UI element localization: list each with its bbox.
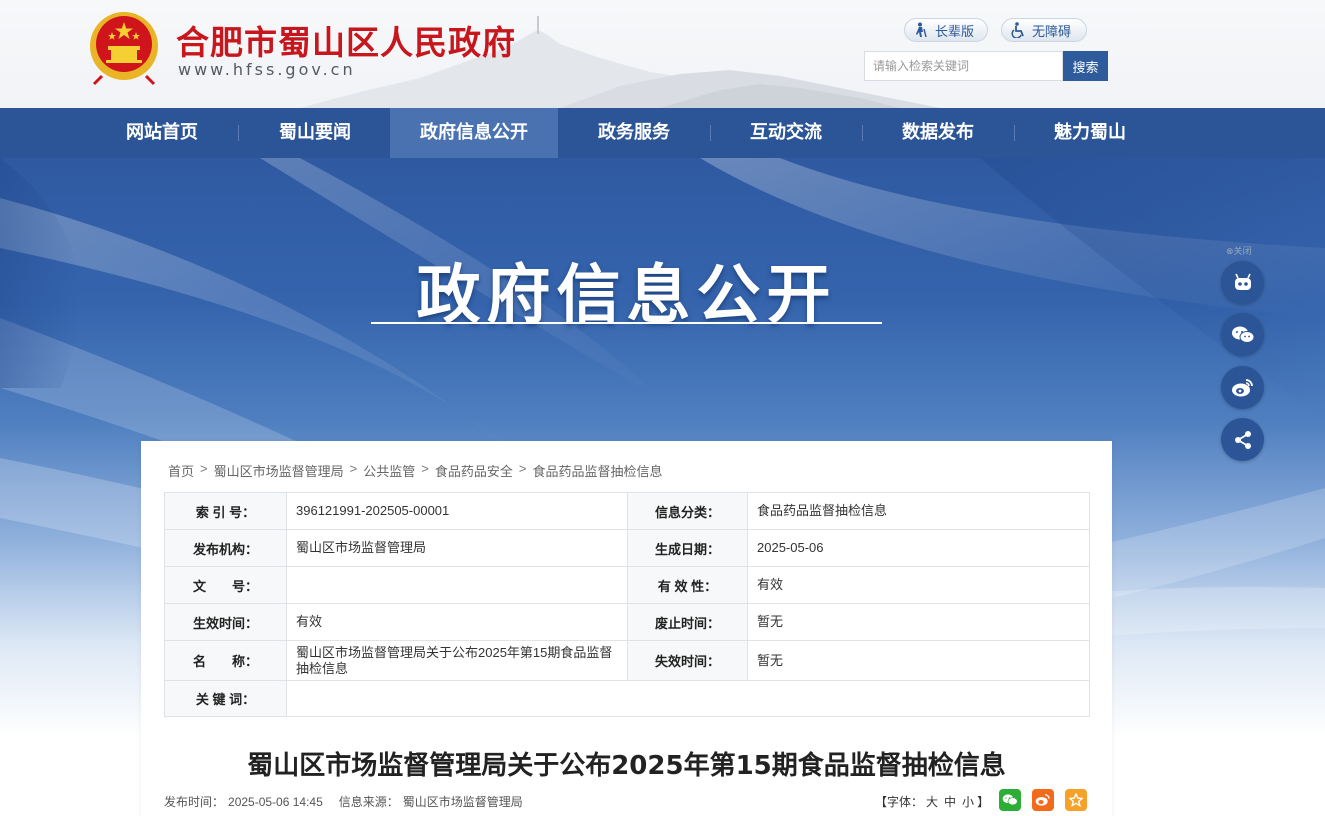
wechat-side-button[interactable] [1221, 313, 1264, 356]
breadcrumb-separator: > [421, 461, 429, 476]
nav-divider [1014, 125, 1015, 141]
repeal-time-value: 暂无 [747, 603, 1090, 641]
share-weibo-button[interactable] [1032, 789, 1054, 811]
side-close-button[interactable]: ⊗关闭 [1226, 244, 1252, 257]
category-value: 食品药品监督抽检信息 [747, 492, 1090, 530]
breadcrumb-bureau[interactable]: 蜀山区市场监督管理局 [214, 461, 344, 480]
validity-label: 有 效 性： [627, 566, 748, 604]
nav-item-interaction[interactable]: 互动交流 [730, 108, 842, 158]
source-value: 蜀山区市场监督管理局 [402, 795, 523, 809]
table-row: 生效时间： 有效 废止时间： 暂无 [164, 603, 1090, 641]
font-size-close-bracket: 】 [977, 795, 990, 809]
content-card: 首页 > 蜀山区市场监督管理局 > 公共监管 > 食品药品安全 > 食品药品监督… [141, 441, 1112, 816]
share-side-button[interactable] [1221, 418, 1264, 461]
publish-time-value: 2025-05-06 14:45 [228, 795, 323, 809]
nav-item-charm[interactable]: 魅力蜀山 [1034, 108, 1146, 158]
nav-item-services[interactable]: 政务服务 [578, 108, 690, 158]
table-row: 发布机构： 蜀山区市场监督管理局 生成日期： 2025-05-06 [164, 529, 1090, 567]
doc-name-label: 名 称： [164, 640, 287, 681]
star-icon [1069, 793, 1083, 807]
doc-number-label: 文 号： [164, 566, 287, 604]
validity-value: 有效 [747, 566, 1090, 604]
doc-name-value: 蜀山区市场监督管理局关于公布2025年第15期食品监督抽检信息 [286, 640, 628, 681]
created-date-value: 2025-05-06 [747, 529, 1090, 567]
robot-icon [1234, 273, 1251, 290]
publisher-label: 发布机构： [164, 529, 287, 567]
search-button[interactable]: 搜索 [1063, 51, 1108, 81]
wechat-icon [1002, 794, 1018, 806]
weibo-icon [1035, 794, 1050, 806]
publish-time-label: 发布时间： [164, 795, 225, 809]
nav-divider [710, 125, 711, 141]
site-name: 合肥市蜀山区人民政府 [176, 23, 516, 62]
table-row: 名 称： 蜀山区市场监督管理局关于公布2025年第15期食品监督抽检信息 失效时… [164, 640, 1090, 681]
site-url: www.hfss.gov.cn [178, 60, 356, 79]
share-icon [1234, 430, 1251, 449]
table-row: 索 引 号： 396121991-202505-00001 信息分类： 食品药品… [164, 492, 1090, 530]
document-meta-table: 索 引 号： 396121991-202505-00001 信息分类： 食品药品… [164, 492, 1090, 717]
doc-number-value [286, 566, 628, 604]
effective-time-label: 生效时间： [164, 603, 287, 641]
table-row: 关 键 词： [164, 680, 1090, 717]
nav-item-home[interactable]: 网站首页 [108, 108, 216, 158]
expire-time-value: 暂无 [747, 640, 1090, 681]
main-nav: 网站首页 蜀山要闻 政府信息公开 政务服务 互动交流 数据发布 魅力蜀山 [0, 108, 1325, 158]
publish-info: 发布时间： 2025-05-06 14:45 信息来源： 蜀山区市场监督管理局 [164, 793, 527, 810]
expire-time-label: 失效时间： [627, 640, 748, 681]
font-size-switcher: 【字体：大中小】 [875, 793, 989, 810]
nav-item-gov-info[interactable]: 政府信息公开 [390, 108, 558, 158]
breadcrumb-separator: > [518, 461, 527, 476]
effective-time-value: 有效 [286, 603, 628, 641]
repeal-time-label: 废止时间： [627, 603, 748, 641]
nav-divider [238, 125, 239, 141]
breadcrumb-separator: > [349, 461, 358, 476]
banner-underline [371, 322, 882, 324]
source-label: 信息来源： [338, 795, 399, 809]
font-size-label: 【字体： [875, 795, 924, 809]
breadcrumb-home[interactable]: 首页 [168, 461, 194, 480]
accessibility-button[interactable]: 无障碍 [1001, 18, 1087, 42]
site-header: 合肥市蜀山区人民政府 www.hfss.gov.cn 长辈版 无障碍 搜索 [0, 0, 1325, 108]
elder-icon [916, 22, 927, 38]
elder-mode-button[interactable]: 长辈版 [904, 18, 988, 42]
wechat-icon [1231, 326, 1254, 343]
table-row: 文 号： 有 效 性： 有效 [164, 566, 1090, 604]
breadcrumb-public-supervision[interactable]: 公共监管 [363, 461, 415, 480]
national-emblem-logo [90, 12, 158, 86]
nav-item-data[interactable]: 数据发布 [882, 108, 994, 158]
font-size-medium[interactable]: 中 [944, 795, 956, 809]
created-date-label: 生成日期： [627, 529, 748, 567]
keywords-label: 关 键 词： [164, 680, 287, 717]
publisher-value: 蜀山区市场监督管理局 [286, 529, 628, 567]
index-no-label: 索 引 号： [164, 492, 287, 530]
share-wechat-button[interactable] [999, 789, 1021, 811]
weibo-icon [1231, 378, 1253, 396]
nav-divider [862, 125, 863, 141]
wheelchair-icon [1011, 22, 1024, 38]
font-size-small[interactable]: 小 [962, 795, 974, 809]
keywords-value [286, 680, 1090, 717]
weibo-side-button[interactable] [1221, 366, 1264, 409]
nav-item-news[interactable]: 蜀山要闻 [260, 108, 370, 158]
breadcrumb-separator: > [200, 461, 208, 476]
index-no-value: 396121991-202505-00001 [286, 492, 628, 530]
breadcrumb-current[interactable]: 食品药品监督抽检信息 [532, 461, 662, 480]
robot-assistant-button[interactable] [1221, 261, 1264, 304]
search-input[interactable] [864, 51, 1063, 81]
share-favorite-button[interactable] [1065, 789, 1087, 811]
elder-mode-label: 长辈版 [935, 23, 975, 39]
breadcrumb-food-drug-safety[interactable]: 食品药品安全 [435, 461, 513, 480]
category-label: 信息分类： [627, 492, 748, 530]
accessibility-label: 无障碍 [1032, 23, 1072, 39]
article-title: 蜀山区市场监督管理局关于公布2025年第15期食品监督抽检信息 [247, 751, 1006, 781]
font-size-large[interactable]: 大 [926, 795, 938, 809]
breadcrumb: 首页 > 蜀山区市场监督管理局 > 公共监管 > 食品药品安全 > 食品药品监督… [168, 461, 662, 480]
